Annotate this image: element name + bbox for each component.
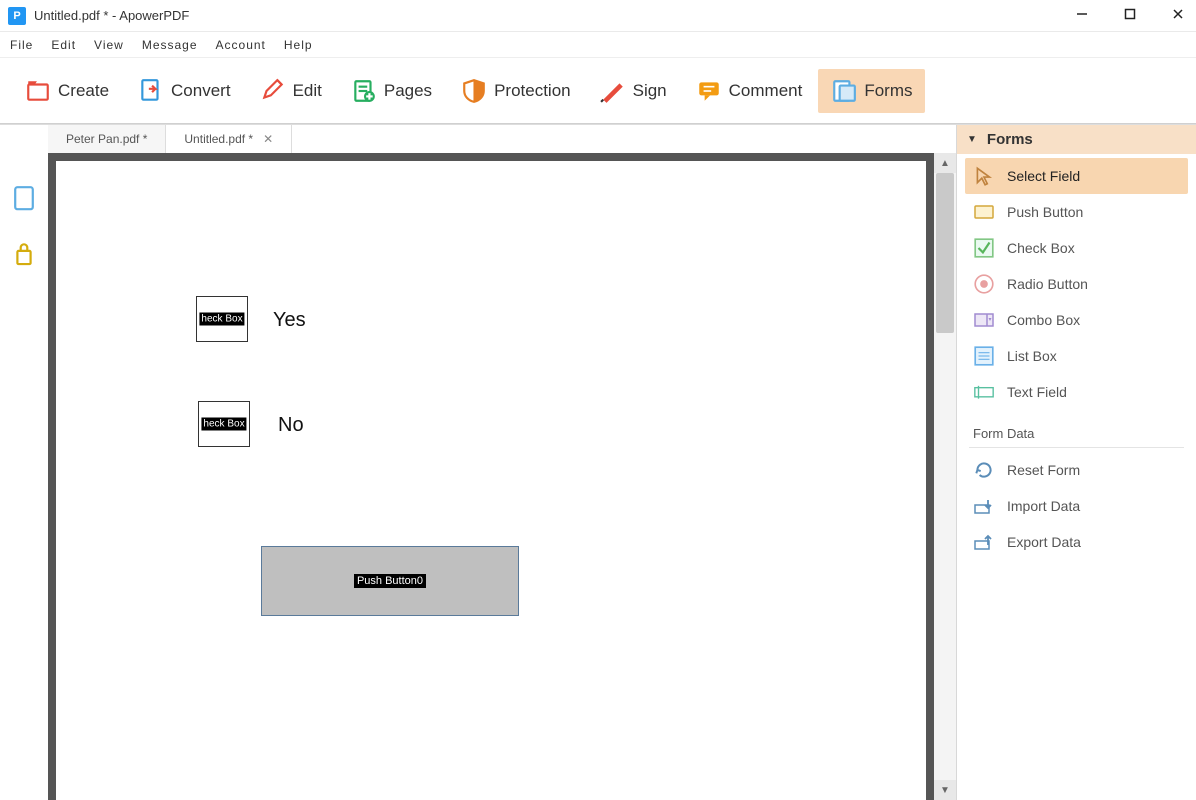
panel-item-label: List Box — [1007, 348, 1057, 364]
combo-icon — [973, 310, 995, 330]
tab-peter-pan[interactable]: Peter Pan.pdf * — [48, 125, 166, 153]
field-label: heck Box — [199, 313, 244, 326]
panel-text-field[interactable]: Text Field — [965, 374, 1188, 410]
panel-item-label: Import Data — [1007, 498, 1080, 514]
tool-protection[interactable]: Protection — [448, 69, 583, 113]
text-no: No — [278, 414, 304, 437]
caret-down-icon: ▼ — [967, 134, 977, 145]
close-button[interactable] — [1168, 8, 1188, 23]
tab-close-icon[interactable]: ✕ — [263, 132, 273, 146]
protection-icon — [460, 77, 488, 105]
tab-label: Peter Pan.pdf * — [66, 132, 147, 146]
menu-bar: File Edit View Message Account Help — [0, 32, 1196, 58]
radio-icon — [973, 274, 995, 294]
left-sidebar — [0, 125, 48, 800]
menu-edit[interactable]: Edit — [51, 38, 76, 52]
sign-icon — [599, 77, 627, 105]
convert-icon — [137, 77, 165, 105]
form-checkbox-2[interactable]: heck Box — [198, 401, 250, 447]
document-area: Peter Pan.pdf * Untitled.pdf * ✕ heck Bo… — [48, 125, 956, 800]
attachment-icon[interactable] — [13, 241, 35, 267]
main-toolbar: Create Convert Edit Pages Protection Sig… — [0, 58, 1196, 124]
maximize-button[interactable] — [1120, 8, 1140, 23]
edit-icon — [259, 77, 287, 105]
pdf-page: heck Box Yes heck Box No Push Button0 — [56, 161, 926, 800]
panel-import-data[interactable]: Import Data — [965, 488, 1188, 524]
tool-pages-label: Pages — [384, 81, 432, 101]
tool-convert[interactable]: Convert — [125, 69, 243, 113]
tool-comment[interactable]: Comment — [683, 69, 815, 113]
tool-create-label: Create — [58, 81, 109, 101]
panel-select-field[interactable]: Select Field — [965, 158, 1188, 194]
panel-item-label: Radio Button — [1007, 276, 1088, 292]
panel-item-label: Push Button — [1007, 204, 1083, 220]
forms-icon — [830, 77, 858, 105]
title-bar: P Untitled.pdf * - ApowerPDF — [0, 0, 1196, 32]
vertical-scrollbar[interactable]: ▲ ▼ — [934, 153, 956, 800]
tool-comment-label: Comment — [729, 81, 803, 101]
tool-forms-label: Forms — [864, 81, 912, 101]
panel-item-label: Combo Box — [1007, 312, 1080, 328]
main-area: Peter Pan.pdf * Untitled.pdf * ✕ heck Bo… — [0, 124, 1196, 800]
panel-header[interactable]: ▼ Forms — [957, 125, 1196, 154]
tool-edit-label: Edit — [293, 81, 322, 101]
comment-icon — [695, 77, 723, 105]
document-viewport[interactable]: heck Box Yes heck Box No Push Button0 — [48, 153, 934, 800]
menu-account[interactable]: Account — [216, 38, 266, 52]
push-button-icon — [973, 202, 995, 222]
panel-item-label: Select Field — [1007, 168, 1080, 184]
tool-convert-label: Convert — [171, 81, 231, 101]
tool-forms[interactable]: Forms — [818, 69, 924, 113]
page-thumb-icon[interactable] — [13, 185, 35, 211]
panel-reset-form[interactable]: Reset Form — [965, 452, 1188, 488]
checkbox-icon — [973, 238, 995, 258]
tool-sign-label: Sign — [633, 81, 667, 101]
panel-combo-box[interactable]: Combo Box — [965, 302, 1188, 338]
scroll-up-icon[interactable]: ▲ — [934, 153, 956, 173]
tool-protection-label: Protection — [494, 81, 571, 101]
document-tabs: Peter Pan.pdf * Untitled.pdf * ✕ — [48, 125, 956, 153]
panel-section-form-data: Form Data — [969, 416, 1184, 448]
tab-label: Untitled.pdf * — [184, 132, 253, 146]
panel-check-box[interactable]: Check Box — [965, 230, 1188, 266]
minimize-button[interactable] — [1072, 8, 1092, 23]
textfield-icon — [973, 382, 995, 402]
panel-item-label: Reset Form — [1007, 462, 1080, 478]
panel-push-button[interactable]: Push Button — [965, 194, 1188, 230]
scroll-down-icon[interactable]: ▼ — [934, 780, 956, 800]
tool-pages[interactable]: Pages — [338, 69, 444, 113]
app-icon: P — [8, 7, 26, 25]
pages-icon — [350, 77, 378, 105]
export-icon — [973, 532, 995, 552]
forms-panel: ▼ Forms Select Field Push Button Check — [956, 125, 1196, 800]
menu-file[interactable]: File — [10, 38, 33, 52]
cursor-icon — [973, 166, 995, 186]
field-label: Push Button0 — [354, 574, 426, 588]
scroll-thumb[interactable] — [936, 173, 954, 333]
window-title: Untitled.pdf * - ApowerPDF — [34, 8, 1072, 23]
listbox-icon — [973, 346, 995, 366]
text-yes: Yes — [273, 309, 306, 332]
import-icon — [973, 496, 995, 516]
tool-edit[interactable]: Edit — [247, 69, 334, 113]
reset-icon — [973, 460, 995, 480]
create-icon — [24, 77, 52, 105]
panel-radio-button[interactable]: Radio Button — [965, 266, 1188, 302]
panel-item-label: Text Field — [1007, 384, 1067, 400]
panel-item-label: Check Box — [1007, 240, 1075, 256]
panel-item-label: Export Data — [1007, 534, 1081, 550]
tool-create[interactable]: Create — [12, 69, 121, 113]
panel-list-box[interactable]: List Box — [965, 338, 1188, 374]
panel-export-data[interactable]: Export Data — [965, 524, 1188, 560]
menu-view[interactable]: View — [94, 38, 124, 52]
tab-untitled[interactable]: Untitled.pdf * ✕ — [166, 125, 292, 153]
form-push-button[interactable]: Push Button0 — [261, 546, 519, 616]
menu-help[interactable]: Help — [284, 38, 313, 52]
scroll-track[interactable] — [934, 173, 956, 780]
panel-title: Forms — [987, 131, 1033, 148]
menu-message[interactable]: Message — [142, 38, 198, 52]
tool-sign[interactable]: Sign — [587, 69, 679, 113]
field-label: heck Box — [201, 418, 246, 431]
form-checkbox-1[interactable]: heck Box — [196, 296, 248, 342]
